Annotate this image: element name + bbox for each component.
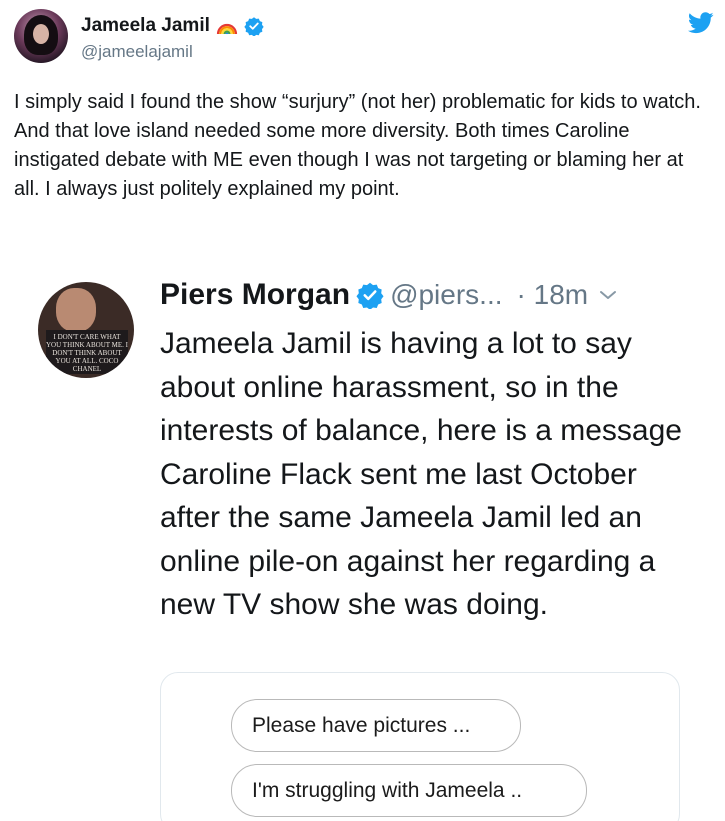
- quoted-tweet-header: Piers Morgan @piers... · 18m: [160, 278, 618, 312]
- rainbow-emoji-icon: [216, 23, 237, 35]
- quoted-timestamp[interactable]: · 18m: [517, 279, 589, 311]
- tweet-header: Jameela Jamil @jameelajamil: [14, 6, 714, 68]
- chevron-down-icon[interactable]: [598, 285, 618, 305]
- author-handle[interactable]: @jameelajamil: [81, 42, 193, 62]
- author-name[interactable]: Jameela Jamil: [81, 15, 210, 37]
- twitter-bird-icon[interactable]: [688, 12, 714, 34]
- quoted-author-handle[interactable]: @piers...: [390, 279, 502, 311]
- verified-badge-icon: [244, 17, 264, 36]
- message-screenshot-card[interactable]: Please have pictures ... I'm struggling …: [160, 672, 680, 821]
- avatar-sign-text: I DON'T CARE WHAT YOU THINK ABOUT ME. I …: [46, 330, 128, 374]
- verified-badge-icon: [356, 282, 384, 309]
- quoted-tweet-text: Jameela Jamil is having a lot to say abo…: [160, 327, 682, 621]
- tweet-text: I simply said I found the show “surjury”…: [14, 91, 701, 200]
- quoted-author-name[interactable]: Piers Morgan: [160, 278, 350, 312]
- author-name-row: Jameela Jamil: [81, 15, 264, 37]
- message-bubble: Please have pictures ...: [231, 699, 521, 752]
- quoted-tweet[interactable]: I DON'T CARE WHAT YOU THINK ABOUT ME. I …: [0, 270, 725, 821]
- quoted-author-avatar[interactable]: I DON'T CARE WHAT YOU THINK ABOUT ME. I …: [38, 282, 134, 378]
- message-bubble: I'm struggling with Jameela ..: [231, 764, 587, 817]
- author-avatar[interactable]: [14, 9, 68, 63]
